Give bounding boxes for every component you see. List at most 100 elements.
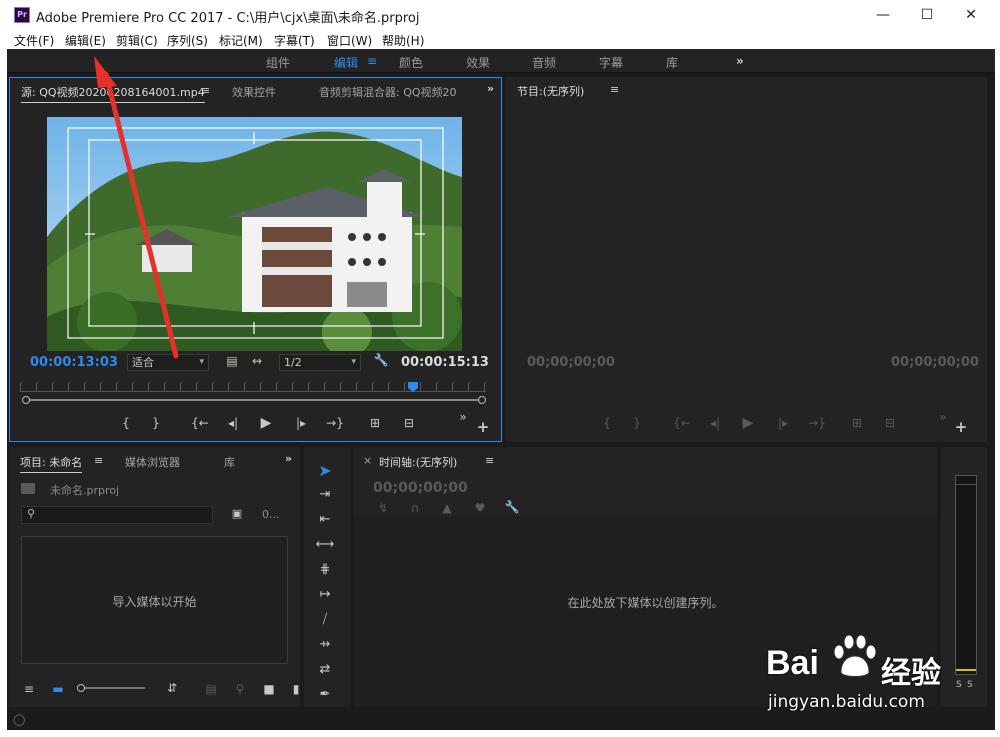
- workspace-tab-color[interactable]: 颜色: [399, 54, 423, 71]
- selection-tool-icon[interactable]: ➤: [310, 461, 340, 481]
- overwrite-button[interactable]: ⊟: [400, 416, 418, 430]
- zoom-slider[interactable]: [77, 684, 145, 692]
- source-current-timecode[interactable]: 00:00:13:03: [30, 355, 118, 370]
- workspace-menu-icon[interactable]: ≡: [367, 54, 377, 68]
- project-overflow-icon[interactable]: »: [285, 452, 292, 465]
- pen-tool-icon[interactable]: ⇄: [310, 660, 340, 680]
- timeline-tab-menu-icon[interactable]: ≡: [485, 454, 494, 467]
- project-tab-menu-icon[interactable]: ≡: [94, 454, 103, 467]
- menu-edit[interactable]: 编辑(E): [65, 32, 106, 49]
- workspace-tab-titles[interactable]: 字幕: [599, 54, 623, 71]
- step-forward-button[interactable]: |▸: [292, 416, 310, 430]
- menu-sequence[interactable]: 序列(S): [167, 32, 208, 49]
- source-add-button[interactable]: +: [474, 418, 492, 436]
- sort-icon[interactable]: ⇵: [163, 681, 181, 695]
- step-back-button[interactable]: ◂|: [224, 416, 242, 430]
- workspace-tab-audio[interactable]: 音频: [532, 54, 556, 71]
- workspace-tab-libraries[interactable]: 库: [666, 54, 678, 71]
- program-add-button[interactable]: +: [952, 418, 970, 436]
- extract-button[interactable]: ⊟: [881, 416, 899, 430]
- linked-selection-icon[interactable]: ∩: [406, 501, 424, 515]
- source-duration-timecode: 00:00:15:13: [401, 355, 489, 370]
- project-file-name: 未命名.prproj: [50, 484, 120, 497]
- tab-audio-clip-mixer[interactable]: 音频剪辑混合器: QQ视频20: [319, 84, 464, 100]
- add-marker-icon[interactable]: ▲: [438, 501, 456, 515]
- premiere-logo-icon: Pr: [14, 7, 30, 23]
- menu-marker[interactable]: 标记(M): [219, 32, 263, 49]
- workspace-overflow-icon[interactable]: »: [736, 54, 744, 68]
- premiere-window: Pr Adobe Premiere Pro CC 2017 - C:\用户\cj…: [0, 0, 1000, 737]
- insert-icon[interactable]: ↔: [248, 354, 266, 368]
- menu-file[interactable]: 文件(F): [14, 32, 54, 49]
- tab-libraries[interactable]: 库: [224, 454, 235, 470]
- workspace-tab-assembly[interactable]: 组件: [266, 54, 290, 71]
- lift-button[interactable]: ⊞: [848, 416, 866, 430]
- automate-to-sequence-icon[interactable]: ▤: [202, 682, 220, 696]
- find-button-icon[interactable]: ⚲: [231, 682, 249, 696]
- source-zoom-scrollbar[interactable]: [22, 396, 486, 404]
- program-step-back-button[interactable]: ◂|: [706, 416, 724, 430]
- marker-icon[interactable]: ♥: [471, 501, 489, 515]
- insert-button[interactable]: ⊞: [366, 416, 384, 430]
- program-mark-in-button[interactable]: {: [598, 416, 616, 430]
- icon-view-icon[interactable]: ▬: [49, 682, 67, 696]
- go-to-in-button[interactable]: {←: [188, 416, 212, 430]
- tab-media-browser[interactable]: 媒体浏览器: [125, 454, 180, 470]
- tab-effect-controls[interactable]: 效果控件: [232, 84, 276, 100]
- workspace-tab-editing[interactable]: 编辑: [334, 54, 358, 71]
- source-more-icon[interactable]: »: [454, 410, 472, 424]
- new-bin-icon[interactable]: ■: [260, 682, 278, 696]
- workspace-tab-effects[interactable]: 效果: [466, 54, 490, 71]
- source-resolution-select[interactable]: 1/2 ▾: [279, 354, 361, 371]
- program-more-icon[interactable]: »: [934, 410, 952, 424]
- slide-tool-icon[interactable]: ⇸: [310, 635, 340, 655]
- source-zoom-select[interactable]: 适合 ▾: [127, 354, 209, 371]
- program-tab-menu-icon[interactable]: ≡: [610, 83, 619, 96]
- program-current-timecode: 00;00;00;00: [527, 355, 615, 370]
- program-play-button[interactable]: ▶: [739, 415, 757, 431]
- program-step-forward-button[interactable]: |▸: [774, 416, 792, 430]
- mark-out-button[interactable]: }: [147, 416, 165, 430]
- scrollbar-handle-right[interactable]: [478, 396, 486, 404]
- mark-in-button[interactable]: {: [117, 416, 135, 430]
- export-frame-icon[interactable]: ▤: [223, 354, 241, 368]
- program-mark-out-button[interactable]: }: [628, 416, 646, 430]
- zoom-slider-handle[interactable]: [77, 684, 85, 692]
- project-search-input[interactable]: ⚲: [21, 506, 213, 524]
- timeline-settings-wrench-icon[interactable]: 🔧: [503, 500, 521, 514]
- rate-stretch-tool-icon[interactable]: ⋕: [310, 560, 340, 580]
- menu-help[interactable]: 帮助(H): [382, 32, 424, 49]
- program-go-to-in-button[interactable]: {←: [670, 416, 694, 430]
- minimize-button[interactable]: —: [860, 0, 906, 30]
- timeline-close-icon[interactable]: ×: [363, 454, 372, 467]
- go-to-out-button[interactable]: →}: [323, 416, 347, 430]
- rolling-edit-tool-icon[interactable]: ⟷: [310, 535, 340, 555]
- program-go-to-out-button[interactable]: →}: [805, 416, 829, 430]
- hand-tool-icon[interactable]: ✒: [310, 685, 340, 705]
- source-tab-menu-icon[interactable]: ≡: [201, 84, 210, 97]
- project-bin-area[interactable]: 导入媒体以开始: [21, 536, 288, 664]
- slip-tool-icon[interactable]: ↦: [310, 585, 340, 605]
- tab-project[interactable]: 项目: 未命名: [20, 454, 83, 473]
- list-view-icon[interactable]: ≡: [20, 682, 38, 696]
- ripple-edit-tool-icon[interactable]: ⇤: [310, 510, 340, 530]
- new-item-icon[interactable]: ▮: [287, 682, 305, 696]
- maximize-button[interactable]: ☐: [904, 0, 950, 30]
- watermark-url: jingyan.baidu.com: [768, 692, 925, 712]
- play-button[interactable]: ▶: [257, 415, 275, 431]
- close-button[interactable]: ✕: [948, 0, 994, 30]
- menu-clip[interactable]: 剪辑(C): [116, 32, 158, 49]
- menu-title[interactable]: 字幕(T): [274, 32, 315, 49]
- source-overflow-icon[interactable]: »: [487, 82, 494, 95]
- wrench-icon[interactable]: 🔧: [372, 353, 390, 367]
- razor-tool-icon[interactable]: ⧸: [310, 610, 340, 630]
- snap-icon[interactable]: ↯: [374, 501, 392, 515]
- timeline-timecode: 00;00;00;00: [373, 480, 468, 496]
- scrollbar-handle-left[interactable]: [22, 396, 30, 404]
- menu-window[interactable]: 窗口(W): [327, 32, 372, 49]
- find-icon[interactable]: ▣: [228, 507, 246, 520]
- tab-program[interactable]: 节目:(无序列): [517, 83, 584, 99]
- tab-timeline[interactable]: 时间轴:(无序列): [379, 454, 457, 470]
- track-select-tool-icon[interactable]: ⇥: [310, 485, 340, 505]
- tab-source[interactable]: 源: QQ视频20200208164001.mp4: [21, 84, 205, 103]
